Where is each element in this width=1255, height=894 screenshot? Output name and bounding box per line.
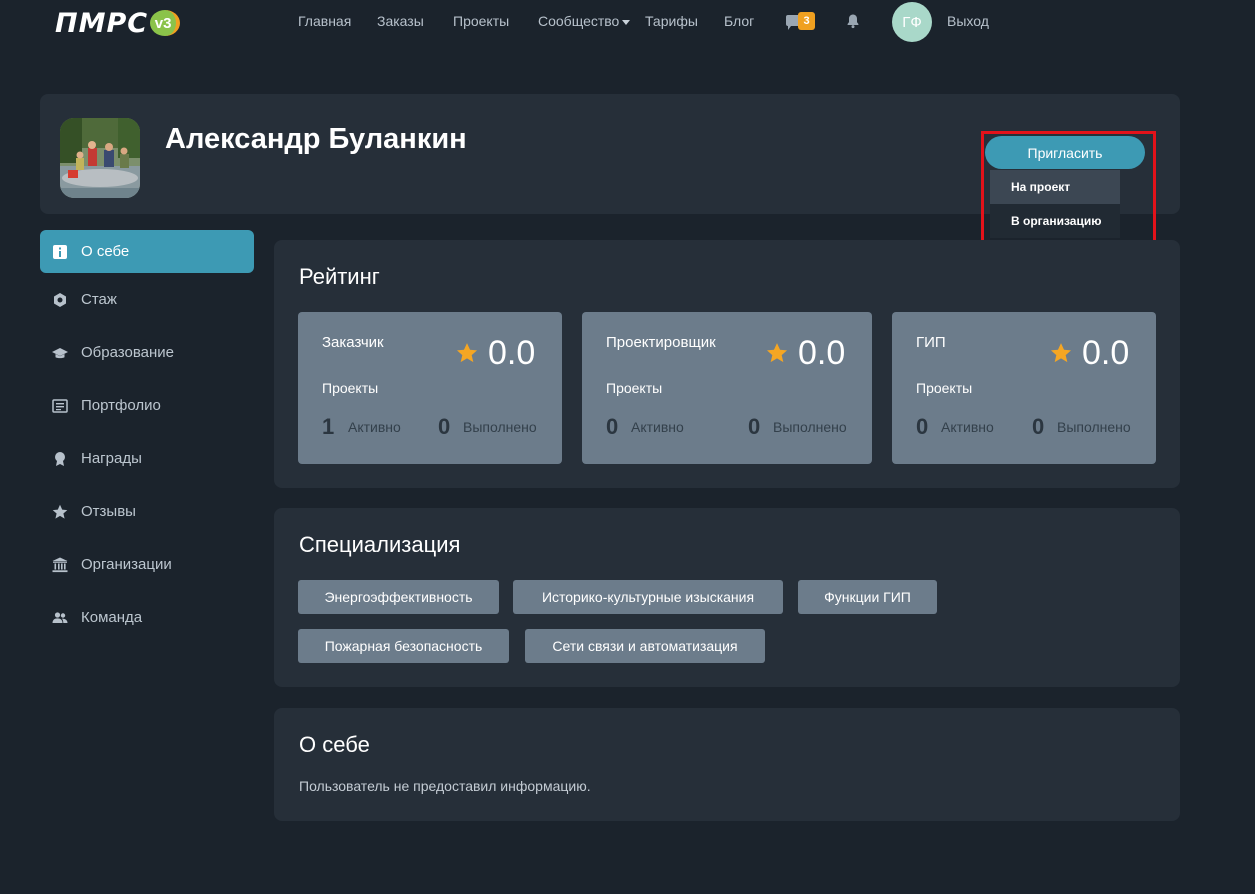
about-text: Пользователь не предоставил информацию. [299,778,591,794]
specialization-tag[interactable]: Историко-культурные изыскания [513,580,783,614]
sidebar-item-label: О себе [81,243,130,260]
active-label: Активно [941,419,994,435]
role-score: 0.0 [488,334,536,372]
done-label: Выполнено [463,419,537,435]
nav-link-projects[interactable]: Проекты [453,13,509,29]
active-count: 0 [606,414,619,439]
star-icon [1050,342,1072,364]
role-projects-label: Проекты [606,380,663,396]
role-name: Проектировщик [606,334,716,351]
role-name: Заказчик [322,334,384,351]
logo-text: ПМРС [55,7,149,39]
logout-link[interactable]: Выход [947,13,989,29]
star-icon [52,504,68,520]
invite-to-organization-item[interactable]: В организацию [990,204,1120,238]
messages-count-badge: 3 [798,12,815,30]
star-icon [456,342,478,364]
sidebar-item-label: Организации [81,556,172,573]
invite-button[interactable]: Пригласить [985,136,1145,169]
sidebar-item-experience[interactable]: Стаж [40,278,254,321]
active-count: 0 [916,414,929,439]
role-name: ГИП [916,334,946,351]
active-label: Активно [631,419,684,435]
sidebar-item-organizations[interactable]: Организации [40,543,254,586]
chevron-down-icon [622,19,631,25]
done-count: 0 [438,414,451,439]
sidebar-item-label: Отзывы [81,503,136,520]
sidebar-item-reviews[interactable]: Отзывы [40,490,254,533]
sidebar-item-label: Награды [81,450,142,467]
profile-photo [60,118,140,198]
version-badge: v3 [150,10,181,36]
institution-icon [52,557,68,573]
sidebar-item-team[interactable]: Команда [40,596,254,639]
specialization-tag[interactable]: Функции ГИП [798,580,937,614]
rating-card: Рейтинг Заказчик 0.0 Проекты 1 Активно 0… [274,240,1180,488]
sidebar-item-awards[interactable]: Награды [40,437,254,480]
role-score: 0.0 [798,334,846,372]
bell-icon[interactable] [845,13,861,29]
done-label: Выполнено [773,419,847,435]
active-label: Активно [348,419,401,435]
sidebar-item-about[interactable]: О себе [40,230,254,273]
sidebar-item-label: Портфолио [81,397,161,414]
rating-role-customer: Заказчик 0.0 Проекты 1 Активно 0 Выполне… [298,312,562,464]
messages-button[interactable]: 3 [786,12,818,32]
star-icon [766,342,788,364]
nav-link-community-label: Сообщество [538,13,620,29]
award-icon [52,451,68,467]
sidebar-item-label: Команда [81,609,143,626]
rating-role-designer: Проектировщик 0.0 Проекты 0 Активно 0 Вы… [582,312,872,464]
nav-link-orders[interactable]: Заказы [377,13,424,29]
role-projects-label: Проекты [916,380,973,396]
specialization-title: Специализация [299,532,461,557]
sidebar-item-portfolio[interactable]: Портфолио [40,384,254,427]
hexagon-icon [52,292,68,308]
about-title: О себе [299,732,370,757]
invite-to-project-item[interactable]: На проект [990,170,1120,204]
role-score: 0.0 [1082,334,1130,372]
team-icon [52,610,68,626]
rating-title: Рейтинг [299,264,380,289]
invite-dropdown-menu: На проект В организацию [990,170,1120,238]
role-projects-label: Проекты [322,380,379,396]
user-avatar[interactable]: ГФ [892,2,932,42]
top-navbar: ПМРС v3 Главная Заказы Проекты Сообществ… [0,0,1255,44]
site-logo[interactable]: ПМРС v3 [55,7,181,39]
portfolio-icon [52,398,68,414]
sidebar-item-education[interactable]: Образование [40,331,254,374]
info-icon [52,244,68,260]
profile-name: Александр Буланкин [165,123,467,155]
done-label: Выполнено [1057,419,1131,435]
nav-link-community[interactable]: Сообщество [538,13,631,29]
done-count: 0 [748,414,761,439]
sidebar-item-label: Стаж [81,291,117,308]
nav-link-blog[interactable]: Блог [724,13,754,29]
done-count: 0 [1032,414,1045,439]
specialization-tag[interactable]: Пожарная безопасность [298,629,509,663]
nav-link-home[interactable]: Главная [298,13,351,29]
about-card: О себе Пользователь не предоставил инфор… [274,708,1180,821]
rating-role-chief-engineer: ГИП 0.0 Проекты 0 Активно 0 Выполнено [892,312,1156,464]
nav-link-tariffs[interactable]: Тарифы [645,13,698,29]
specialization-tag[interactable]: Энергоэффективность [298,580,499,614]
graduation-cap-icon [52,345,68,361]
active-count: 1 [322,414,335,439]
sidebar-item-label: Образование [81,344,174,361]
specialization-tag[interactable]: Сети связи и автоматизация [525,629,765,663]
specialization-card: Специализация Энергоэффективность Истори… [274,508,1180,687]
